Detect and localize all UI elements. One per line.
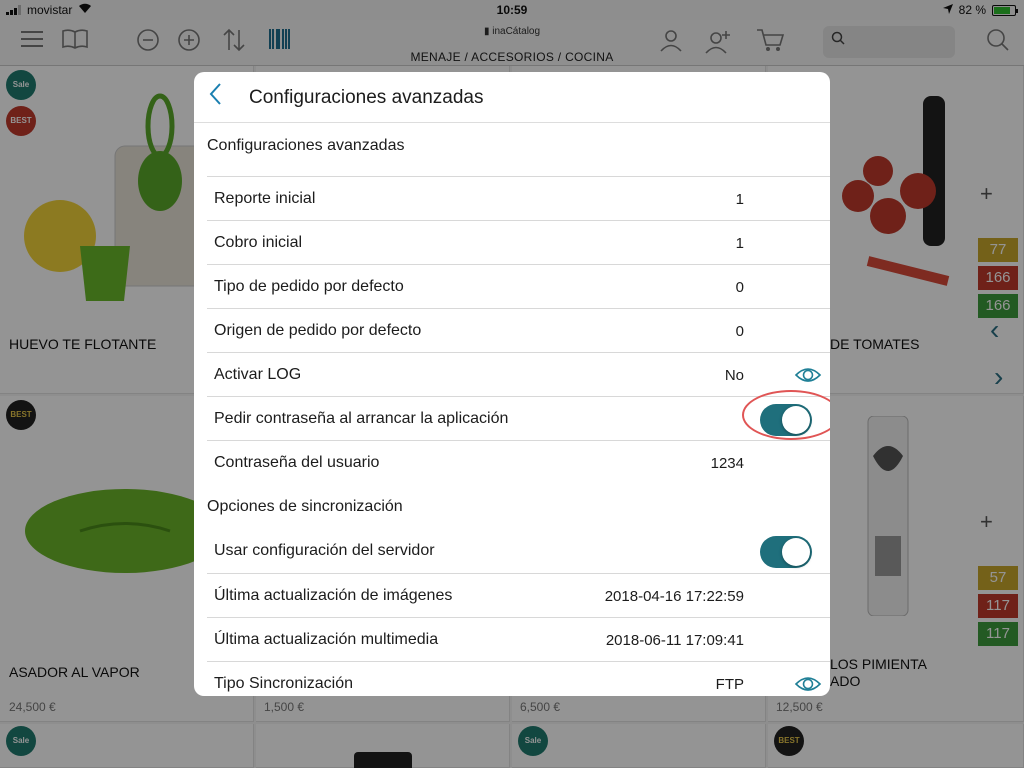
setting-row-origen-pedido[interactable]: Origen de pedido por defecto 0 [207,308,830,352]
setting-value: 0 [735,323,744,340]
setting-label: Cobro inicial [214,234,303,251]
setting-label: Activar LOG [214,366,302,383]
setting-label: Última actualización de imágenes [214,587,453,604]
setting-value: 2018-04-16 17:22:59 [604,588,744,605]
section-title: Opciones de sincronización [207,498,403,515]
server-config-toggle[interactable] [760,536,812,568]
setting-row-reporte-inicial[interactable]: Reporte inicial 1 [207,176,830,220]
setting-label: Pedir contraseña al arrancar la aplicaci… [214,410,509,427]
setting-value: FTP [715,676,744,693]
setting-row-pedir-contrasena: Pedir contraseña al arrancar la aplicaci… [207,390,830,440]
setting-label: Contraseña del usuario [214,454,380,471]
password-on-start-toggle[interactable] [760,404,812,436]
advanced-settings-modal: Configuraciones avanzadas Configuracione… [194,72,830,696]
toggle-knob [782,406,810,434]
setting-value: No [724,367,744,384]
setting-value: 2018-06-11 17:09:41 [605,632,744,649]
back-button[interactable] [208,82,238,114]
setting-row-ultima-act-multimedia[interactable]: Última actualización multimedia 2018-06-… [207,617,830,661]
modal-header: Configuraciones avanzadas [194,72,830,123]
setting-label: Usar configuración del servidor [214,542,435,559]
setting-label: Origen de pedido por defecto [214,322,422,339]
eye-icon[interactable] [794,674,822,694]
setting-row-activar-log[interactable]: Activar LOG No [207,352,830,396]
setting-value: 1234 [710,455,744,472]
setting-label: Tipo Sincronización [214,675,354,692]
section-title: Configuraciones avanzadas [207,137,405,154]
setting-row-contrasena-usuario[interactable]: Contraseña del usuario 1234 [207,440,830,484]
chevron-left-icon [209,83,221,105]
setting-value: 0 [735,279,744,296]
eye-icon[interactable] [794,365,822,385]
setting-value: 1 [735,235,744,252]
setting-row-tipo-pedido[interactable]: Tipo de pedido por defecto 0 [207,264,830,308]
setting-row-cobro-inicial[interactable]: Cobro inicial 1 [207,220,830,264]
setting-value: 1 [735,191,744,208]
setting-label: Última actualización multimedia [214,631,439,648]
toggle-knob [782,538,810,566]
setting-label: Reporte inicial [214,190,316,207]
setting-label: Tipo de pedido por defecto [214,278,404,295]
setting-row-usar-config-servidor: Usar configuración del servidor [207,529,830,573]
setting-row-tipo-sincronizacion[interactable]: Tipo Sincronización FTP [207,661,830,696]
modal-title: Configuraciones avanzadas [249,87,484,108]
setting-row-ultima-act-imagenes[interactable]: Última actualización de imágenes 2018-04… [207,573,830,617]
